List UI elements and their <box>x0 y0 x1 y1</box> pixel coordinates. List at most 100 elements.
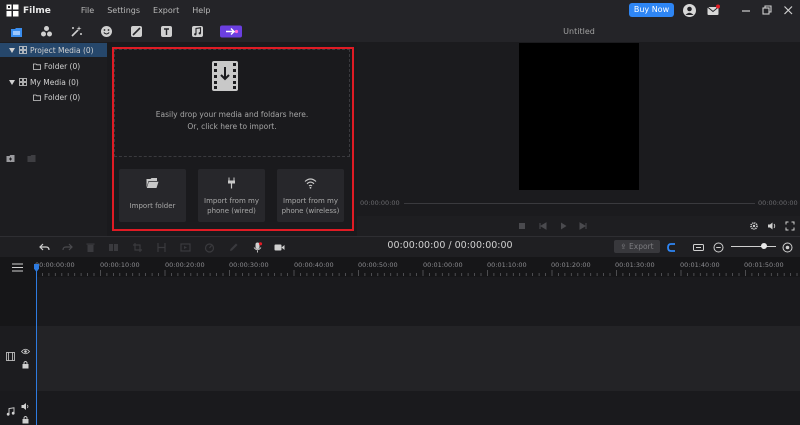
video-preview <box>519 43 639 190</box>
tab-audio[interactable] <box>191 25 204 38</box>
delete-button[interactable] <box>85 242 96 253</box>
edit-button[interactable] <box>228 242 239 253</box>
ai-magic-icon <box>220 25 242 38</box>
tab-stickers[interactable] <box>100 25 113 38</box>
menu-help[interactable]: Help <box>192 6 210 15</box>
user-avatar-icon[interactable] <box>683 4 696 17</box>
track-lane[interactable] <box>36 326 800 391</box>
menu-file[interactable]: File <box>81 6 94 15</box>
tab-effects[interactable] <box>70 25 83 38</box>
tree-item-label: Folder (0) <box>44 92 81 102</box>
trash-icon <box>86 243 95 252</box>
title-bar: Filme File Settings Export Help Buy Now <box>0 0 800 21</box>
media-tabs <box>0 21 357 42</box>
prev-frame-icon[interactable] <box>538 221 548 231</box>
ruler-ticks <box>36 270 798 276</box>
tree-item-my-media[interactable]: My Media (0) <box>0 75 107 89</box>
minimize-icon[interactable] <box>740 4 753 17</box>
tab-text[interactable] <box>160 25 173 38</box>
record-screen-button[interactable] <box>274 242 285 253</box>
ruler-label: 00:01:00:00 <box>423 261 463 269</box>
tree-item-project-folder[interactable]: Folder (0) <box>0 59 107 73</box>
expand-arrow-icon[interactable] <box>9 47 15 53</box>
elements-icon <box>41 26 52 37</box>
next-frame-icon[interactable] <box>578 221 588 231</box>
crop-button[interactable] <box>132 242 143 253</box>
redo-button[interactable] <box>62 242 73 253</box>
menu-export[interactable]: Export <box>153 6 179 15</box>
delete-folder-icon[interactable] <box>27 154 36 163</box>
undo-icon <box>39 243 50 251</box>
tree-item-label: Project Media (0) <box>30 45 94 55</box>
zoom-out-button[interactable] <box>693 242 704 253</box>
microphone-icon <box>253 242 263 253</box>
track-video <box>0 326 800 391</box>
settings-gear-icon[interactable] <box>749 221 759 231</box>
export-button[interactable]: ⇪ Export <box>614 240 660 253</box>
lock-icon[interactable] <box>21 360 30 369</box>
ruler-label: 00:00:20:00 <box>165 261 205 269</box>
trim-button[interactable] <box>156 242 167 253</box>
zoom-plus-button[interactable] <box>782 242 793 253</box>
close-icon[interactable] <box>782 4 795 17</box>
track-header <box>0 391 36 425</box>
tree-item-my-folder[interactable]: Folder (0) <box>0 90 107 104</box>
restore-icon[interactable] <box>761 4 774 17</box>
ruler-label: 00:01:20:00 <box>551 261 591 269</box>
playhead[interactable] <box>36 266 37 425</box>
mute-speaker-icon[interactable] <box>21 402 30 411</box>
tree-item-project-media[interactable]: Project Media (0) <box>0 43 107 57</box>
highlight-box <box>112 47 354 231</box>
media-folder-icon <box>11 28 22 37</box>
magnet-icon <box>667 243 675 252</box>
ruler-label: 00:00:10:00 <box>100 261 140 269</box>
tab-elements[interactable] <box>40 25 53 38</box>
transition-icon <box>131 26 142 37</box>
music-note-icon <box>192 26 203 37</box>
video-camera-icon <box>274 244 285 251</box>
split-icon <box>109 244 118 251</box>
ruler-label: 00:01:10:00 <box>487 261 527 269</box>
media-tree-panel: Project Media (0) Folder (0) My Media (0… <box>0 42 107 236</box>
record-voice-button[interactable] <box>252 242 263 253</box>
zoom-slider-track[interactable] <box>731 246 776 247</box>
sticker-smiley-icon <box>101 26 112 37</box>
preview-controls <box>357 216 800 236</box>
add-folder-icon[interactable] <box>6 154 15 163</box>
visibility-eye-icon[interactable] <box>21 347 30 356</box>
tab-media[interactable] <box>10 25 23 38</box>
tab-transitions[interactable] <box>130 25 143 38</box>
menu-settings[interactable]: Settings <box>107 6 140 15</box>
track-lane[interactable] <box>36 277 800 326</box>
preview-time-total: 00:00:00:00 <box>758 199 798 207</box>
buy-now-button[interactable]: Buy Now <box>629 3 674 17</box>
app-name: Filme <box>23 5 51 16</box>
speed-icon <box>204 243 215 253</box>
freeze-button[interactable] <box>180 242 191 253</box>
plus-circle-icon <box>782 242 793 253</box>
zoom-slider-handle[interactable] <box>761 243 767 249</box>
tab-ai-tools[interactable] <box>220 25 242 38</box>
play-icon[interactable] <box>558 221 568 231</box>
filme-logo-icon <box>6 4 19 17</box>
notification-mail-icon[interactable] <box>707 4 720 17</box>
track-menu-icon[interactable] <box>12 263 23 272</box>
magnet-snap-button[interactable] <box>666 242 677 253</box>
lock-icon[interactable] <box>21 415 30 424</box>
preview-scrubber[interactable] <box>404 203 755 204</box>
track-audio <box>0 391 800 425</box>
split-button[interactable] <box>108 242 119 253</box>
track-header <box>0 326 36 391</box>
track-lane[interactable] <box>36 391 800 425</box>
minus-circle-icon <box>713 242 724 253</box>
zoom-minus-button[interactable] <box>713 242 724 253</box>
undo-button[interactable] <box>39 242 50 253</box>
fullscreen-icon[interactable] <box>785 221 795 231</box>
speed-button[interactable] <box>204 242 215 253</box>
export-upload-icon: ⇪ <box>620 242 630 251</box>
volume-icon[interactable] <box>767 221 777 231</box>
expand-arrow-icon[interactable] <box>9 79 15 85</box>
stop-icon[interactable] <box>517 221 527 231</box>
trim-icon <box>157 243 166 252</box>
folder-icon <box>33 94 41 101</box>
